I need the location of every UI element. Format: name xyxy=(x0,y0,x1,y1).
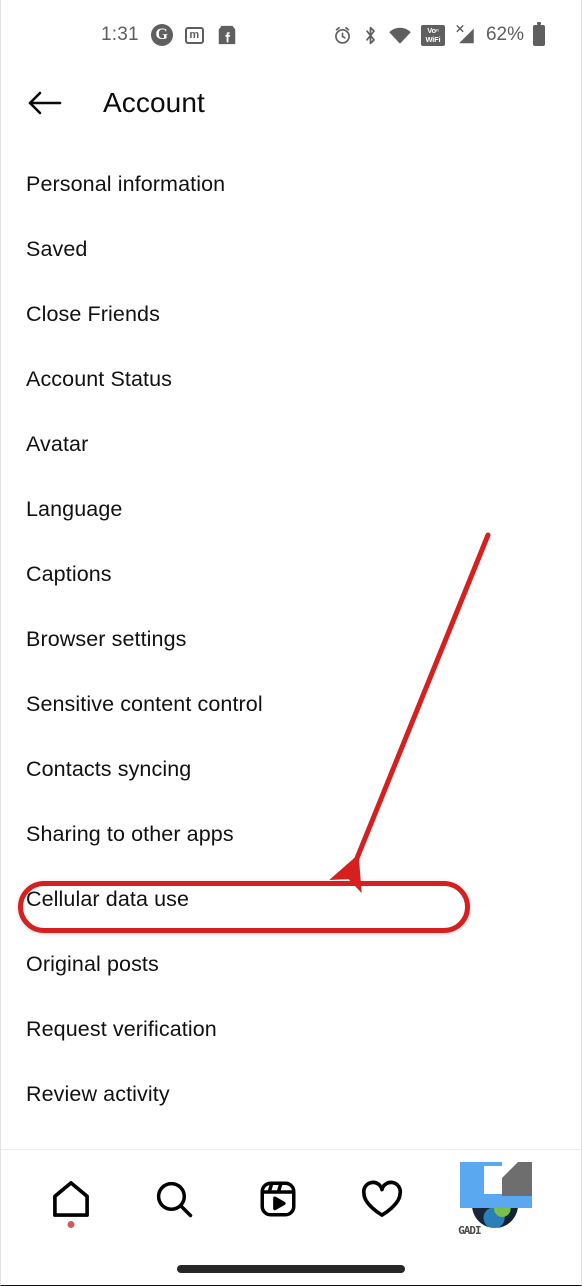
status-bar: 1:31 G m Voⁿ WiFi 62% xyxy=(1,0,581,70)
page-title: Account xyxy=(103,87,205,118)
bluetooth-icon xyxy=(362,25,379,46)
list-item[interactable]: Sensitive content control xyxy=(1,672,581,737)
list-item-label: Account Status xyxy=(26,367,173,391)
bottom-nav-items: GADI xyxy=(1,1162,581,1238)
list-item[interactable]: Cellular data use xyxy=(1,867,581,932)
nav-reels[interactable] xyxy=(243,1168,313,1234)
list-item-label: Request verification xyxy=(26,1017,217,1041)
list-item-label: Saved xyxy=(26,237,88,261)
list-item[interactable]: Avatar xyxy=(1,412,581,477)
back-button[interactable] xyxy=(23,81,67,125)
search-icon xyxy=(152,1177,196,1226)
list-item-label: Review activity xyxy=(26,1082,170,1106)
list-item[interactable]: Saved xyxy=(1,217,581,282)
list-item-label: Sensitive content control xyxy=(26,692,263,716)
medium-icon: m xyxy=(184,26,204,44)
list-item[interactable]: Branded content xyxy=(1,1127,581,1149)
vowifi-icon: Voⁿ WiFi xyxy=(420,24,445,46)
list-item-label: Contacts syncing xyxy=(26,757,192,781)
list-item[interactable]: Language xyxy=(1,477,581,542)
cellular-signal-icon xyxy=(454,24,477,46)
battery-percent-label: 62% xyxy=(485,24,524,45)
bottom-navigation-bar: GADI xyxy=(1,1149,581,1285)
facebook-marketplace-icon xyxy=(216,24,238,46)
home-icon xyxy=(48,1176,94,1227)
list-item[interactable]: Account Status xyxy=(1,347,581,412)
phone-screen: 1:31 G m Voⁿ WiFi 62% Account Personal i… xyxy=(0,0,582,1286)
wifi-icon xyxy=(388,25,412,46)
google-icon: G xyxy=(150,24,173,46)
list-item-label: Language xyxy=(26,497,123,521)
list-item[interactable]: Contacts syncing xyxy=(1,737,581,802)
list-item[interactable]: Personal information xyxy=(1,152,581,217)
nav-profile[interactable]: GADI xyxy=(450,1162,546,1237)
status-clock: 1:31 xyxy=(101,24,139,45)
nav-home[interactable] xyxy=(36,1168,106,1234)
nav-activity[interactable] xyxy=(347,1168,417,1234)
list-item[interactable]: Request verification xyxy=(1,997,581,1062)
battery-icon xyxy=(533,21,545,46)
list-item-label: Original posts xyxy=(26,952,159,976)
list-item-label: Avatar xyxy=(26,432,89,456)
list-item-label: Cellular data use xyxy=(26,887,190,911)
list-item[interactable]: Captions xyxy=(1,542,581,607)
heart-icon xyxy=(359,1176,405,1227)
list-item[interactable]: Close Friends xyxy=(1,282,581,347)
status-bar-right: Voⁿ WiFi 62% xyxy=(332,21,545,46)
list-item[interactable]: Review activity xyxy=(1,1062,581,1127)
status-bar-left: 1:31 G m xyxy=(101,24,238,46)
home-indicator[interactable] xyxy=(177,1265,405,1273)
home-notification-dot xyxy=(67,1221,75,1228)
list-item[interactable]: Original posts xyxy=(1,932,581,997)
list-item-label: Captions xyxy=(26,562,112,586)
reels-icon xyxy=(256,1177,300,1226)
settings-list[interactable]: Personal information Saved Close Friends Ac… xyxy=(1,152,581,1149)
nav-search[interactable] xyxy=(139,1168,209,1234)
avatar xyxy=(472,1182,519,1228)
alarm-icon xyxy=(332,25,353,46)
list-item-label: Personal information xyxy=(26,172,226,196)
list-item-label: Close Friends xyxy=(26,302,160,326)
watermark-label: GADI xyxy=(458,1224,481,1237)
list-item-label: Browser settings xyxy=(26,627,187,651)
list-item-label: Sharing to other apps xyxy=(26,822,234,846)
list-item[interactable]: Sharing to other apps xyxy=(1,802,581,867)
app-header: Account xyxy=(1,70,581,136)
list-item[interactable]: Browser settings xyxy=(1,607,581,672)
